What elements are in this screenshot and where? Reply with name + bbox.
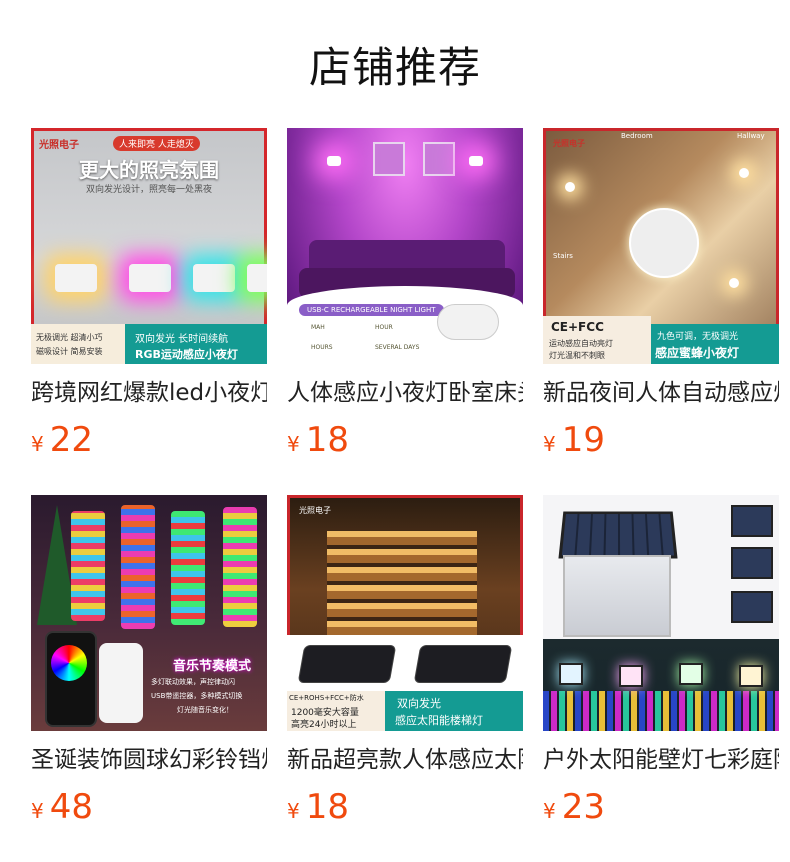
currency-symbol: ¥ — [287, 432, 300, 456]
product-price: ¥18 — [287, 787, 523, 827]
product-price: ¥22 — [31, 420, 267, 460]
price-value: 23 — [561, 787, 605, 827]
product-image-3[interactable]: 光照电子 Bedroom Hallway Stairs CE+FCC 运动感应自… — [543, 128, 779, 364]
product-image-1[interactable]: 光照电子 人来即亮 人走熄灭 更大的照亮氛围 双向发光设计，照亮每一处黑夜 无极… — [31, 128, 267, 364]
price-value: 22 — [49, 420, 93, 460]
section-title: 店铺推荐 — [308, 43, 481, 92]
product-price: ¥48 — [31, 787, 267, 827]
product-card-6[interactable]: 户外太阳能壁灯七彩庭院灯 ¥23 — [543, 495, 779, 827]
product-name[interactable]: 圣诞装饰圆球幻彩铃铛灯 — [31, 745, 267, 775]
currency-symbol: ¥ — [543, 432, 556, 456]
product-card-4[interactable]: 音乐节奏模式 多灯联动效果，声控律动闪 USB带遥控器，多种模式切换 灯光随音乐… — [31, 495, 267, 827]
brand-logo: 光照电子 — [39, 140, 79, 151]
product-image-4[interactable]: 音乐节奏模式 多灯联动效果，声控律动闪 USB带遥控器，多种模式切换 灯光随音乐… — [31, 495, 267, 731]
product-card-1[interactable]: 光照电子 人来即亮 人走熄灭 更大的照亮氛围 双向发光设计，照亮每一处黑夜 无极… — [31, 128, 267, 460]
currency-symbol: ¥ — [31, 799, 44, 823]
product-price: ¥18 — [287, 420, 523, 460]
price-value: 18 — [305, 787, 349, 827]
currency-symbol: ¥ — [287, 799, 300, 823]
product-image-6[interactable] — [543, 495, 779, 731]
product-name[interactable]: 新品夜间人体自动感应灯 — [543, 378, 779, 408]
price-value: 48 — [49, 787, 93, 827]
product-name[interactable]: 户外太阳能壁灯七彩庭院灯 — [543, 745, 779, 775]
product-card-3[interactable]: 光照电子 Bedroom Hallway Stairs CE+FCC 运动感应自… — [543, 128, 779, 460]
product-image-2[interactable]: USB-C RECHARGEABLE NIGHT LIGHT MAH HOUR … — [287, 128, 523, 364]
product-price: ¥19 — [543, 420, 779, 460]
product-name[interactable]: 跨境网红爆款led小夜灯 — [31, 378, 267, 408]
currency-symbol: ¥ — [543, 799, 556, 823]
price-value: 18 — [305, 420, 349, 460]
currency-symbol: ¥ — [31, 432, 44, 456]
price-value: 19 — [561, 420, 605, 460]
product-card-2[interactable]: USB-C RECHARGEABLE NIGHT LIGHT MAH HOUR … — [287, 128, 523, 460]
product-name[interactable]: 人体感应小夜灯卧室床头 — [287, 378, 523, 408]
product-price: ¥23 — [543, 787, 779, 827]
product-card-5[interactable]: 光照电子 CE+ROHS+FCC+防水 1200毫安大容量 高亮24小时以上 双… — [287, 495, 523, 827]
product-name[interactable]: 新品超亮款人体感应太阳能灯 — [287, 745, 523, 775]
product-image-5[interactable]: 光照电子 CE+ROHS+FCC+防水 1200毫安大容量 高亮24小时以上 双… — [287, 495, 523, 731]
